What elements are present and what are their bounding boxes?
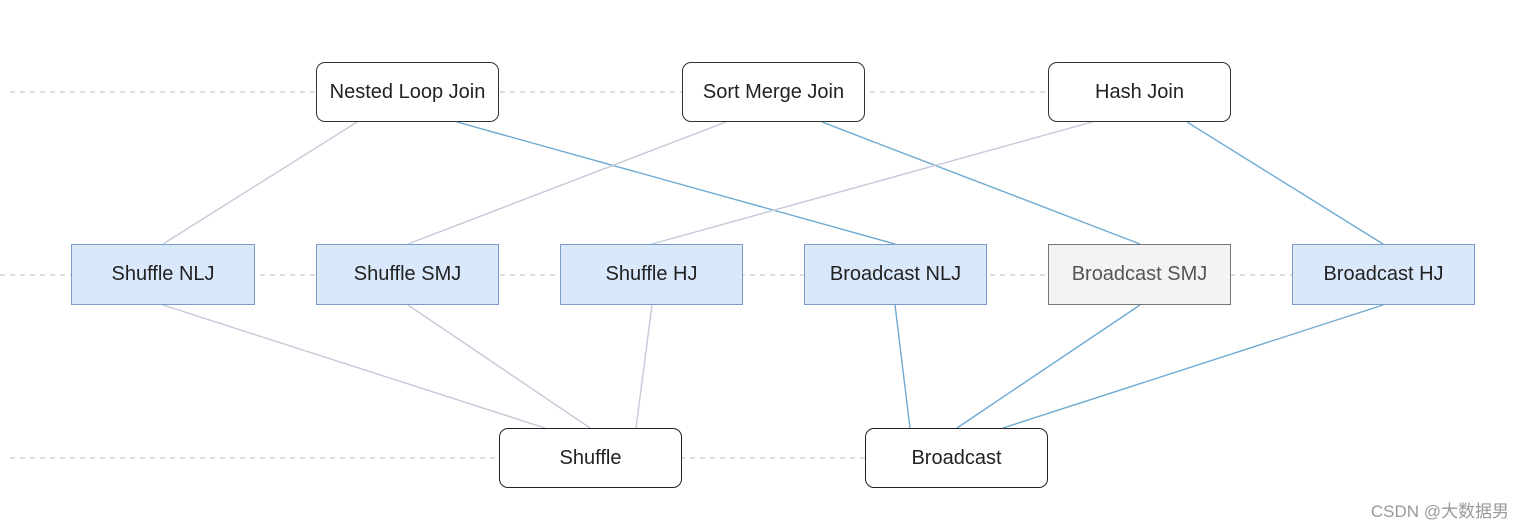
node-label: Hash Join [1095,80,1184,103]
node-label: Shuffle SMJ [353,263,462,285]
node-label: Shuffle [559,446,622,469]
node-shj: Shuffle HJ [560,244,743,305]
node-hj: Hash Join [1048,62,1231,122]
edge-hj-bhj [1186,121,1384,245]
edge-nlj-bnlj [456,121,896,245]
node-label: Broadcast SMJ [1071,263,1208,285]
node-smj: Sort Merge Join [682,62,865,122]
edge-ssmj-shuffle [407,304,591,429]
node-shuffle: Shuffle [499,428,682,488]
node-label: Broadcast [911,446,1002,469]
edge-bsmj-broadcast [956,304,1141,429]
node-label: Broadcast NLJ [829,263,962,285]
edge-shj-shuffle [635,304,653,429]
node-label: Sort Merge Join [702,80,845,103]
node-ssmj: Shuffle SMJ [316,244,499,305]
node-label: Nested Loop Join [329,80,486,103]
node-bhj: Broadcast HJ [1292,244,1475,305]
node-snlj: Shuffle NLJ [71,244,255,305]
edge-hj-shj [651,121,1093,245]
node-broadcast: Broadcast [865,428,1048,488]
edge-nlj-snlj [162,121,358,245]
node-label: Shuffle HJ [605,263,698,285]
edge-bnlj-broadcast [894,304,911,429]
node-nlj: Nested Loop Join [316,62,499,122]
node-bsmj: Broadcast SMJ [1048,244,1231,305]
node-label: Shuffle NLJ [111,263,215,285]
edge-bhj-broadcast [1002,304,1384,429]
edge-snlj-shuffle [162,304,546,429]
node-label: Broadcast HJ [1323,263,1444,285]
node-bnlj: Broadcast NLJ [804,244,987,305]
watermark: CSDN @大数据男 [1370,502,1509,521]
